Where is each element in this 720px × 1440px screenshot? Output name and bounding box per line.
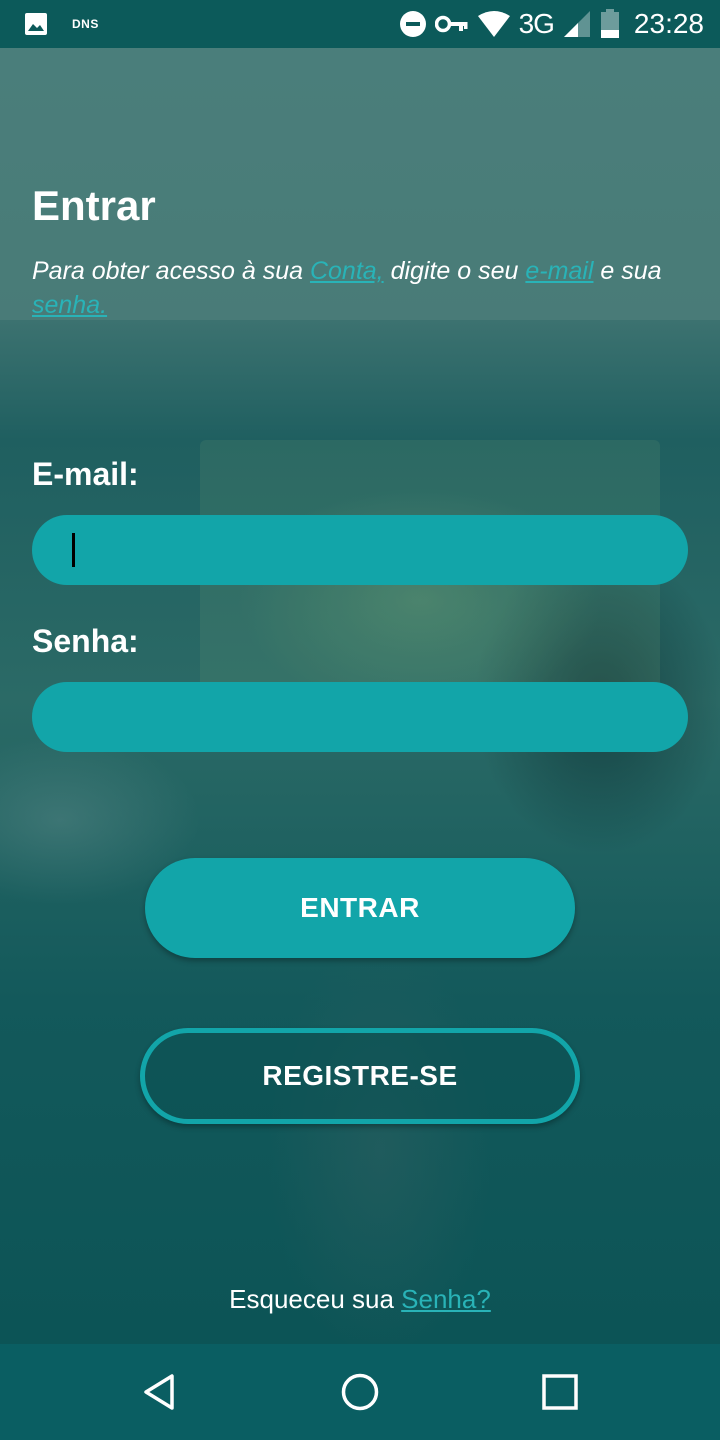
page-title: Entrar (32, 182, 156, 229)
password-label: Senha: (32, 623, 139, 659)
image-icon (25, 13, 47, 35)
desc-text-1: Para obter acesso à sua (32, 257, 310, 285)
clock: 23:28 (633, 8, 704, 39)
network-type: 3G (518, 8, 555, 39)
vpn-key-icon (434, 15, 468, 33)
do-not-disturb-icon (399, 11, 426, 37)
email-link[interactable]: e-mail (525, 257, 593, 285)
login-description: Para obter acesso à sua Conta, digite o … (32, 254, 682, 322)
navigation-bar (0, 1344, 720, 1440)
forgot-password: Esqueceu sua Senha? (0, 1284, 720, 1315)
status-bar: DNS 3G 23:28 (0, 0, 720, 48)
password-link[interactable]: senha. (32, 291, 107, 319)
back-button[interactable] (132, 1364, 188, 1420)
back-icon (144, 1374, 174, 1410)
dns-label: DNS (72, 17, 99, 31)
desc-text-3: e sua (593, 257, 662, 285)
signal-icon (563, 11, 590, 37)
forgot-text: Esqueceu sua (229, 1284, 402, 1314)
battery-icon (600, 9, 619, 38)
email-label: E-mail: (32, 456, 139, 492)
desc-text-2: digite o seu (383, 257, 526, 285)
account-link[interactable]: Conta, (310, 257, 384, 285)
register-button[interactable]: REGISTRE-SE (140, 1028, 580, 1124)
text-cursor (72, 533, 75, 567)
recents-button[interactable] (532, 1364, 588, 1420)
login-button[interactable]: ENTRAR (145, 858, 575, 958)
recents-icon (542, 1374, 578, 1410)
forgot-password-link[interactable]: Senha? (401, 1284, 491, 1314)
password-field[interactable] (32, 682, 688, 752)
email-field[interactable] (32, 515, 688, 585)
wifi-icon (477, 11, 510, 37)
home-icon (341, 1373, 379, 1411)
home-button[interactable] (332, 1364, 388, 1420)
